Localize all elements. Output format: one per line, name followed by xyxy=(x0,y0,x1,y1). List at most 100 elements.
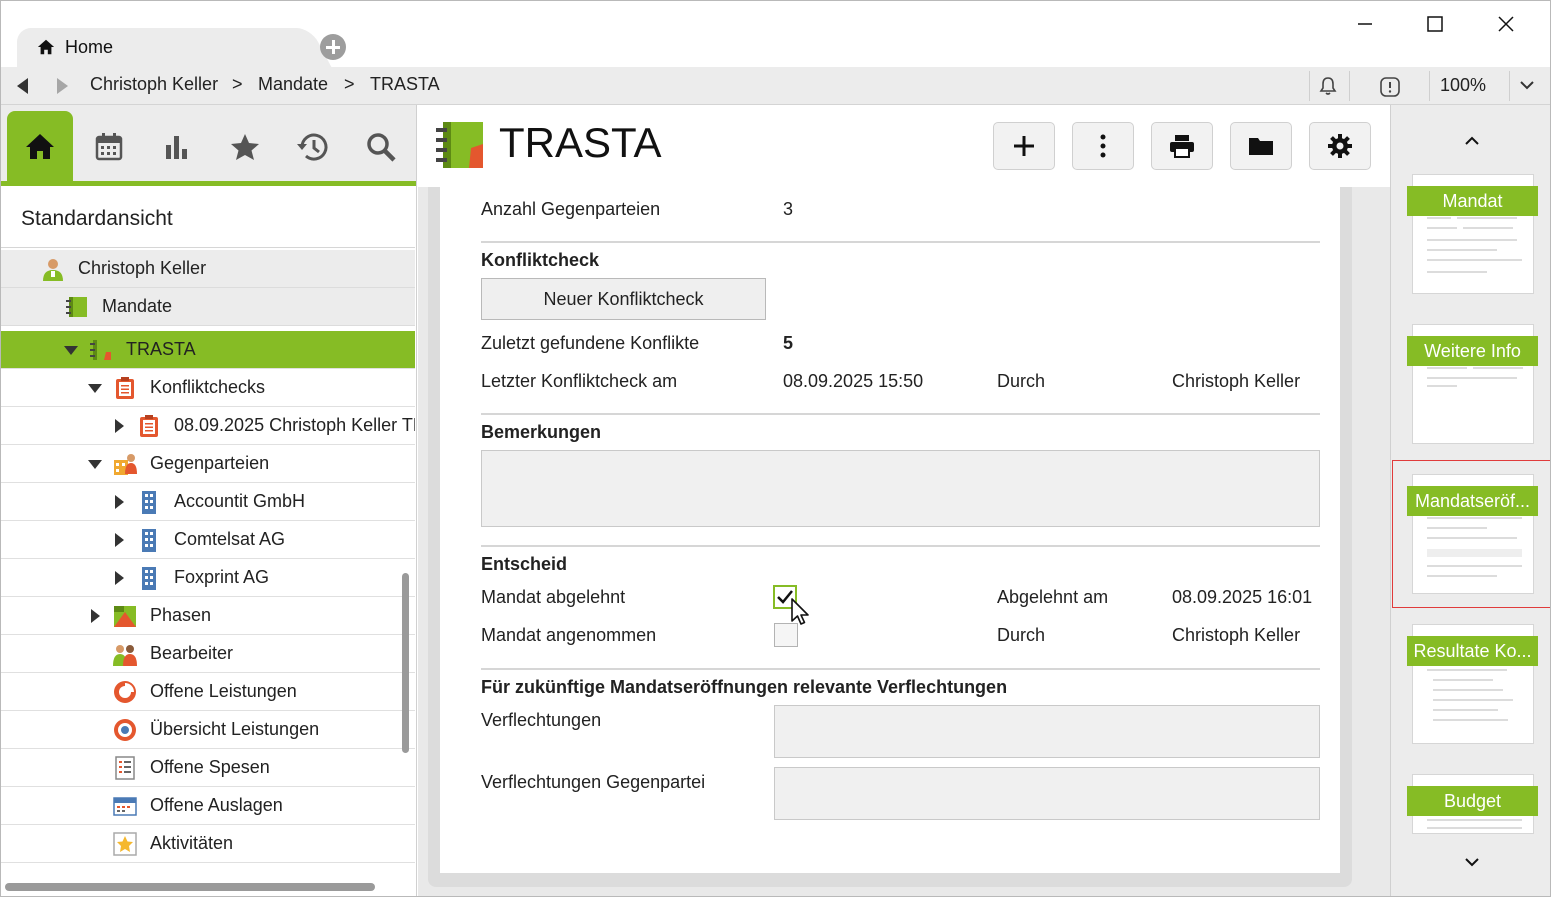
mouse-cursor-icon xyxy=(791,598,809,625)
collapse-icon[interactable] xyxy=(64,346,78,355)
minimize-button[interactable] xyxy=(1345,9,1385,39)
tree-item-accountit[interactable]: Accountit GmbH xyxy=(1,483,415,521)
verflechtungen-label: Verflechtungen xyxy=(481,710,602,730)
tree-item-bearbeiter[interactable]: Bearbeiter xyxy=(1,635,415,673)
tree-item-offene-spesen[interactable]: Offene Spesen xyxy=(1,749,415,787)
form-content: Anzahl Gegenparteien 3 Konfliktcheck Neu… xyxy=(440,187,1340,873)
tree-item-trasta[interactable]: TRASTA xyxy=(1,331,415,369)
divider xyxy=(1509,71,1510,101)
settings-icon xyxy=(1328,134,1352,158)
settings-button[interactable] xyxy=(1309,122,1371,170)
expand-icon[interactable] xyxy=(91,609,100,623)
mandate-book-icon xyxy=(436,122,483,168)
tree-item-konfliktcheck-entry[interactable]: 08.09.2025 Christoph Keller TR xyxy=(1,407,415,445)
home-icon xyxy=(26,134,54,159)
divider xyxy=(481,668,1320,670)
history-tab[interactable] xyxy=(280,113,346,181)
letzter-konfliktcheck-label: Letzter Konfliktcheck am xyxy=(481,371,678,391)
chevron-up-icon[interactable] xyxy=(1462,133,1482,149)
tree-item-comtelsat[interactable]: Comtelsat AG xyxy=(1,521,415,559)
tree-item-konfliktchecks[interactable]: Konfliktchecks xyxy=(1,369,415,407)
thumbnail-label: Resultate Ko... xyxy=(1407,636,1538,666)
entscheid-heading: Entscheid xyxy=(481,554,568,574)
breadcrumb-separator: > xyxy=(344,74,355,94)
chevron-down-icon[interactable] xyxy=(1462,854,1482,870)
thumbnail-label: Mandat xyxy=(1407,186,1538,216)
add-button[interactable] xyxy=(993,122,1055,170)
tree-item-uebersicht-leistungen[interactable]: Übersicht Leistungen xyxy=(1,711,415,749)
services-overview-icon xyxy=(114,719,136,741)
expand-icon[interactable] xyxy=(115,495,124,509)
divider xyxy=(1309,71,1310,101)
breadcrumb-bar: Christoph Keller > Mandate > TRASTA 100% xyxy=(1,67,1550,105)
expand-icon[interactable] xyxy=(115,533,124,547)
phases-icon xyxy=(114,606,136,627)
forward-icon[interactable] xyxy=(57,78,68,94)
breadcrumb-item[interactable]: TRASTA xyxy=(370,74,440,95)
form-scroll-area: Anzahl Gegenparteien 3 Konfliktcheck Neu… xyxy=(428,187,1352,887)
statistics-tab[interactable] xyxy=(144,113,210,181)
home-tab[interactable] xyxy=(7,111,73,181)
folder-button[interactable] xyxy=(1230,122,1292,170)
chevron-down-icon[interactable] xyxy=(1517,77,1537,93)
more-icon xyxy=(1100,134,1106,158)
thumbnail-label: Weitere Info xyxy=(1407,336,1538,366)
verflechtungen-gegenpartei-field[interactable] xyxy=(774,767,1320,820)
anzahl-gegenparteien-label: Anzahl Gegenparteien xyxy=(481,199,661,219)
tree-item-mandate[interactable]: Mandate xyxy=(1,288,415,326)
horizontal-scrollbar[interactable] xyxy=(5,883,375,891)
more-button[interactable] xyxy=(1072,122,1134,170)
print-button[interactable] xyxy=(1151,122,1213,170)
divider xyxy=(481,545,1320,547)
collapse-icon[interactable] xyxy=(88,384,102,393)
tree-item-foxprint[interactable]: Foxprint AG xyxy=(1,559,415,597)
divider xyxy=(1349,71,1350,101)
letzter-konfliktcheck-value: 08.09.2025 15:50 xyxy=(783,371,924,391)
search-tab[interactable] xyxy=(348,113,414,181)
breadcrumb-item[interactable]: Mandate xyxy=(258,74,328,95)
breadcrumb-item[interactable]: Christoph Keller xyxy=(90,74,218,95)
mandate-book-icon xyxy=(66,297,87,317)
entscheid-durch-label: Durch xyxy=(997,625,1046,645)
page-title: TRASTA xyxy=(499,119,662,166)
vertical-scrollbar[interactable] xyxy=(402,573,409,753)
clipboard-icon xyxy=(140,415,158,437)
durch-value: Christoph Keller xyxy=(1172,371,1301,391)
tree-item-offene-auslagen[interactable]: Offene Auslagen xyxy=(1,787,415,825)
print-icon xyxy=(1170,135,1194,158)
alert-icon[interactable] xyxy=(1379,76,1401,98)
open-services-icon xyxy=(114,681,136,703)
gefundene-konflikte-label: Zuletzt gefundene Konflikte xyxy=(481,333,700,353)
calendar-tab[interactable] xyxy=(76,113,142,181)
zoom-level[interactable]: 100% xyxy=(1440,75,1486,96)
bell-icon[interactable] xyxy=(1317,75,1339,97)
expand-icon[interactable] xyxy=(115,571,124,585)
tree-item-aktivitaeten[interactable]: Aktivitäten xyxy=(1,825,415,863)
anzahl-gegenparteien-value: 3 xyxy=(783,199,794,219)
tree-item-christoph-keller[interactable]: Christoph Keller xyxy=(1,250,415,288)
person-icon xyxy=(43,259,63,281)
tree-item-offene-leistungen[interactable]: Offene Leistungen xyxy=(1,673,415,711)
building-icon xyxy=(142,529,156,552)
back-icon[interactable] xyxy=(17,78,28,94)
entscheid-durch-value: Christoph Keller xyxy=(1172,625,1301,645)
bemerkungen-heading: Bemerkungen xyxy=(481,422,602,442)
new-tab-button[interactable] xyxy=(320,34,346,60)
favorites-tab[interactable] xyxy=(212,113,278,181)
thumbnail-label: Budget xyxy=(1407,786,1538,816)
tree-item-phasen[interactable]: Phasen xyxy=(1,597,415,635)
main-header: TRASTA xyxy=(418,105,1390,187)
verflechtungen-field[interactable] xyxy=(774,705,1320,758)
bemerkungen-textarea[interactable] xyxy=(481,450,1320,527)
tab-home[interactable]: Home xyxy=(17,28,307,67)
history-icon xyxy=(297,133,328,161)
maximize-button[interactable] xyxy=(1415,9,1455,39)
neuer-konfliktcheck-button[interactable]: Neuer Konfliktcheck xyxy=(481,278,766,320)
close-button[interactable] xyxy=(1486,9,1526,39)
mandate-book-icon xyxy=(90,340,111,360)
activities-icon xyxy=(113,832,137,856)
page-thumbnails-panel: Mandat Weitere Info Mandatseröf... Resul… xyxy=(1390,105,1550,896)
collapse-icon[interactable] xyxy=(88,460,102,469)
expand-icon[interactable] xyxy=(115,419,124,433)
tree-item-gegenparteien[interactable]: Gegenparteien xyxy=(1,445,415,483)
